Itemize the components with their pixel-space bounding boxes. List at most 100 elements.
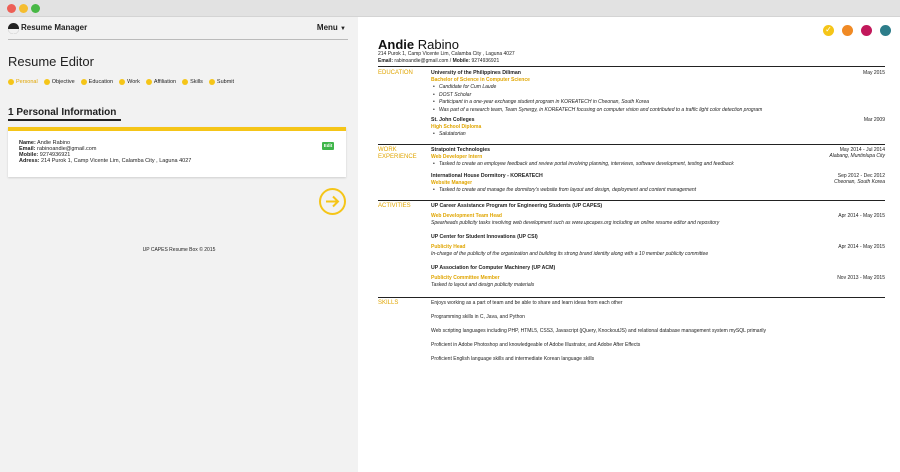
work-divider xyxy=(378,144,885,145)
step-label: Objective xyxy=(51,79,75,85)
bullet-item: Candidate for Cum Laude xyxy=(431,84,885,92)
step-skills[interactable]: Skills xyxy=(182,79,203,85)
arrow-right-icon xyxy=(326,195,340,208)
org-name: St. John Colleges xyxy=(431,117,475,123)
checkmark-icon: ✓ xyxy=(825,25,832,34)
bullet-item: Salutatorian xyxy=(431,131,885,139)
bullet-list: Tasked to create an employee feedback an… xyxy=(431,161,885,169)
activity-entry: UP Career Assistance Program for Enginee… xyxy=(431,203,885,226)
step-label: Affiliation xyxy=(153,79,177,85)
skill-item: Proficient in Adobe Photoshop and knowle… xyxy=(431,342,641,348)
step-education[interactable]: Education xyxy=(80,79,114,85)
maximize-window-button[interactable] xyxy=(31,4,40,13)
bullet-item: Was part of a research team, Team Synerg… xyxy=(431,107,885,115)
page-title: Resume Editor xyxy=(8,54,94,69)
next-step-button[interactable] xyxy=(319,188,346,215)
entry-location: Cheonan, South Korea xyxy=(834,179,885,185)
email-value: rabinoandie@gmail.com xyxy=(394,58,449,64)
bullet-list: Candidate for Cum Laude DOST Scholar Par… xyxy=(431,84,885,114)
entry-date: Nov 2013 - May 2015 xyxy=(837,275,885,281)
section-title: 1 Personal Information xyxy=(8,107,117,118)
step-circle-icon xyxy=(8,79,14,85)
resume-contact: Email: rabinoandie@gmail.com / Mobile: 9… xyxy=(378,58,500,64)
entry-date: Apr 2014 - May 2015 xyxy=(838,213,885,219)
mobile-value: 9274936921 xyxy=(471,58,500,64)
theme-orange-swatch[interactable] xyxy=(842,25,853,36)
step-work[interactable]: Work xyxy=(119,79,140,85)
bullet-item: Tasked to create and manage the dormitor… xyxy=(431,187,885,195)
org-name: UP Career Assistance Program for Enginee… xyxy=(431,203,603,209)
step-objective[interactable]: Objective xyxy=(43,79,75,85)
org-name: UP Center for Student Innovations (UP CS… xyxy=(431,234,538,240)
step-navigation: Personal Objective Education Work Affili… xyxy=(8,79,234,85)
footer-text: UP CAPES Resume Box © 2015 xyxy=(142,247,216,253)
header-divider xyxy=(8,39,348,40)
org-name: UP Association for Computer Machinery (U… xyxy=(431,265,556,271)
org-name: Stratpoint Technologies xyxy=(431,147,490,153)
step-circle-icon xyxy=(208,79,215,85)
activity-entry: UP Association for Computer Machinery (U… xyxy=(431,265,885,288)
entry-description: Spearheads publicity tasks involving web… xyxy=(431,220,720,226)
email-label: Email: xyxy=(378,58,394,64)
step-circle-icon xyxy=(182,79,189,85)
step-circle-icon xyxy=(119,79,126,85)
skills-heading: SKILLS xyxy=(378,300,399,306)
card-address-row: Adress: 214 Purok 1, Camp Vicente Lim, C… xyxy=(19,158,191,164)
step-circle-icon xyxy=(145,79,152,85)
minimize-window-button[interactable] xyxy=(19,4,28,13)
skill-item: Web scripting languages including PHP, H… xyxy=(431,328,766,334)
resume-name: Andie Rabino xyxy=(378,37,459,52)
mobile-label: Mobile: xyxy=(452,58,471,64)
education-entry: St. John Colleges High School Diploma Ma… xyxy=(431,117,885,139)
bullet-item: DOST Scholar xyxy=(431,92,885,100)
window-titlebar xyxy=(0,0,900,17)
resume-preview: ✓ Andie Rabino 214 Purok 1, Camp Vicente… xyxy=(358,17,900,472)
skills-divider xyxy=(378,297,885,298)
editor-panel: Resume Manager Menu ▼ Resume Editor Pers… xyxy=(0,17,358,472)
role-title: High School Diploma xyxy=(431,124,482,130)
step-label: Work xyxy=(127,79,140,85)
close-window-button[interactable] xyxy=(7,4,16,13)
theme-yellow-swatch[interactable]: ✓ xyxy=(823,25,834,36)
role-title: Web Developer Intern xyxy=(431,154,483,160)
app-title: Resume Manager xyxy=(21,23,88,32)
step-label: Education xyxy=(88,79,114,85)
first-name: Andie xyxy=(378,37,415,52)
theme-picker: ✓ xyxy=(823,25,891,36)
entry-date: May 2015 xyxy=(863,70,885,76)
step-submit[interactable]: Submit xyxy=(208,79,234,85)
bullet-list: Salutatorian xyxy=(431,131,885,139)
education-heading: EDUCATION xyxy=(378,70,413,76)
step-personal[interactable]: Personal xyxy=(8,79,38,85)
step-circle-icon xyxy=(80,79,87,85)
org-name: University of the Philippines Diliman xyxy=(431,70,521,76)
entry-description: In-charge of the publicity of the organi… xyxy=(431,251,709,257)
app-logo-icon xyxy=(8,23,19,34)
bullet-item: Tasked to create an employee feedback an… xyxy=(431,161,885,169)
role-title: Website Manager xyxy=(431,180,473,186)
theme-teal-swatch[interactable] xyxy=(880,25,891,36)
menu-label: Menu xyxy=(316,23,338,32)
activities-heading: ACTIVITIES xyxy=(378,203,411,209)
work-entry: International House Dormitory - KOREATEC… xyxy=(431,173,885,195)
activity-entry: UP Center for Student Innovations (UP CS… xyxy=(431,234,885,257)
personal-info-card: Name: Andie Rabino Email: rabinoandie@gm… xyxy=(8,127,346,177)
bullet-item: Participant in a one-year exchange stude… xyxy=(431,99,885,107)
caret-down-icon: ▼ xyxy=(340,26,346,32)
entry-date: Mar 2009 xyxy=(863,117,885,123)
entry-description: Tasked to layout and design publicity ma… xyxy=(431,282,535,288)
skill-item: Proficient English language skills and i… xyxy=(431,356,595,362)
step-affiliation[interactable]: Affiliation xyxy=(145,79,177,85)
skill-item: Enjoys working as a part of team and be … xyxy=(431,300,623,306)
role-title: Publicity Head xyxy=(431,244,466,250)
menu-button[interactable]: Menu ▼ xyxy=(317,23,346,32)
role-title: Publicity Committee Member xyxy=(431,275,500,281)
theme-magenta-swatch[interactable] xyxy=(861,25,872,36)
address-value: 214 Purok 1, Camp Vicente Lim, Calamba C… xyxy=(41,158,192,164)
step-circle-icon xyxy=(43,79,50,85)
activities-divider xyxy=(378,200,885,201)
entry-date: Apr 2014 - May 2015 xyxy=(838,244,885,250)
edit-button[interactable]: Edit xyxy=(322,142,334,150)
skill-item: Programming skills in C, Java, and Pytho… xyxy=(431,314,525,320)
work-heading: WORK EXPERIENCE xyxy=(378,147,417,160)
